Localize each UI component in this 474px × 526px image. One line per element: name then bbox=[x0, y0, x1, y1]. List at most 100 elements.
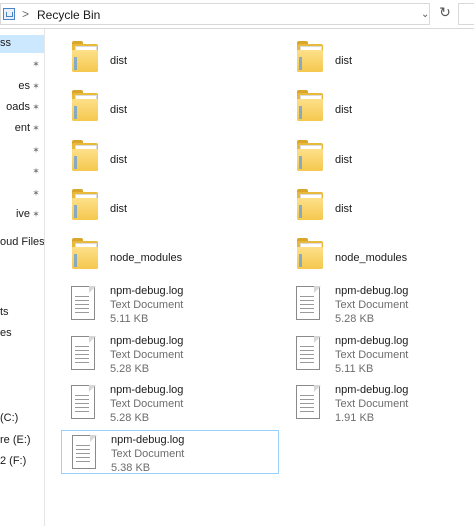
item-name: dist bbox=[110, 55, 128, 67]
item-size: 5.28 KB bbox=[110, 412, 150, 424]
folder-icon bbox=[296, 238, 324, 270]
folder-icon bbox=[296, 140, 324, 172]
folder-item[interactable]: dist bbox=[61, 86, 279, 130]
nav-item-label: ts bbox=[0, 306, 9, 318]
pin-icon[interactable]: ✶ bbox=[31, 209, 41, 220]
nav-item-label: 2 (F:) bbox=[0, 455, 27, 467]
nav-item[interactable]: ive ✶ bbox=[0, 206, 44, 224]
nav-item[interactable]: ✶ bbox=[0, 185, 44, 203]
file-item[interactable]: npm-debug.log Text Document 5.11 KB bbox=[61, 282, 279, 326]
folder-item[interactable]: dist bbox=[286, 185, 474, 229]
folder-icon bbox=[296, 189, 324, 221]
nav-item[interactable]: ✶ bbox=[0, 163, 44, 181]
item-name: npm-debug.log bbox=[110, 384, 184, 396]
address-box[interactable]: > Recycle Bin ⌄ bbox=[0, 3, 430, 25]
pin-icon[interactable]: ✶ bbox=[31, 59, 41, 70]
nav-item[interactable]: oud Files bbox=[0, 234, 44, 252]
search-box[interactable] bbox=[458, 3, 474, 25]
breadcrumb-recycle-bin[interactable]: Recycle Bin bbox=[37, 8, 100, 22]
text-document-icon bbox=[71, 385, 97, 421]
address-bar: > Recycle Bin ⌄ ↻ bbox=[0, 0, 474, 29]
refresh-icon[interactable]: ↻ bbox=[438, 4, 452, 20]
recycle-bin-icon bbox=[3, 8, 15, 20]
nav-item[interactable]: 2 (F:) bbox=[0, 453, 44, 471]
nav-item[interactable]: ✶ bbox=[0, 142, 44, 160]
item-size: 1.91 KB bbox=[335, 412, 375, 424]
nav-item-label: (C:) bbox=[0, 412, 19, 424]
item-name: npm-debug.log bbox=[335, 335, 409, 347]
item-size: 5.38 KB bbox=[111, 462, 151, 474]
pin-icon[interactable]: ✶ bbox=[31, 123, 41, 134]
item-type: Text Document bbox=[335, 299, 409, 311]
folder-item[interactable]: dist bbox=[61, 136, 279, 180]
item-size: 5.28 KB bbox=[335, 313, 375, 325]
text-document-icon bbox=[71, 336, 97, 372]
nav-item[interactable]: re (E:) bbox=[0, 432, 44, 450]
nav-item[interactable]: (C:) bbox=[0, 410, 44, 428]
item-name: npm-debug.log bbox=[335, 285, 409, 297]
item-size: 5.11 KB bbox=[110, 313, 149, 325]
nav-item-label: ss bbox=[0, 37, 11, 49]
folder-item[interactable]: dist bbox=[286, 37, 474, 81]
nav-item[interactable]: es bbox=[0, 325, 44, 343]
pin-icon[interactable]: ✶ bbox=[31, 102, 41, 113]
nav-item[interactable]: es ✶ bbox=[0, 78, 44, 96]
folder-icon bbox=[296, 90, 324, 122]
item-name: npm-debug.log bbox=[110, 335, 184, 347]
text-document-icon bbox=[296, 336, 322, 372]
item-name: dist bbox=[110, 154, 128, 166]
folder-item[interactable]: node_modules bbox=[61, 234, 279, 278]
item-name: dist bbox=[110, 104, 128, 116]
text-document-icon bbox=[296, 385, 322, 421]
item-size: 5.28 KB bbox=[110, 363, 150, 375]
pin-icon[interactable]: ✶ bbox=[31, 166, 41, 177]
folder-icon bbox=[296, 41, 324, 73]
file-item[interactable]: npm-debug.log Text Document 5.28 KB bbox=[61, 332, 279, 376]
item-type: Text Document bbox=[335, 349, 409, 361]
file-item[interactable]: npm-debug.log Text Document 5.11 KB bbox=[286, 332, 474, 376]
pin-icon[interactable]: ✶ bbox=[31, 81, 41, 92]
nav-item[interactable]: oads ✶ bbox=[0, 99, 44, 117]
folder-icon bbox=[71, 41, 99, 73]
item-name: dist bbox=[110, 203, 128, 215]
folder-icon bbox=[71, 189, 99, 221]
item-type: Text Document bbox=[111, 448, 185, 460]
item-name: npm-debug.log bbox=[110, 285, 184, 297]
folder-item[interactable]: node_modules bbox=[286, 234, 474, 278]
item-name: node_modules bbox=[110, 252, 183, 264]
nav-item-label: es bbox=[18, 80, 30, 92]
file-item[interactable]: npm-debug.log Text Document 5.38 KB bbox=[61, 430, 279, 474]
nav-item-label: re (E:) bbox=[0, 434, 31, 446]
text-document-icon bbox=[296, 286, 322, 322]
item-name: dist bbox=[335, 154, 353, 166]
folder-icon bbox=[71, 238, 99, 270]
item-size: 5.11 KB bbox=[335, 363, 374, 375]
folder-icon bbox=[71, 140, 99, 172]
nav-item[interactable]: ent ✶ bbox=[0, 120, 44, 138]
item-type: Text Document bbox=[110, 398, 184, 410]
pin-icon[interactable]: ✶ bbox=[31, 188, 41, 199]
item-name: npm-debug.log bbox=[335, 384, 409, 396]
file-item[interactable]: npm-debug.log Text Document 5.28 KB bbox=[286, 282, 474, 326]
nav-item[interactable]: ts bbox=[0, 304, 44, 322]
pin-icon[interactable]: ✶ bbox=[31, 145, 41, 156]
file-item[interactable]: npm-debug.log Text Document 5.28 KB bbox=[61, 381, 279, 425]
breadcrumb-separator-icon[interactable]: > bbox=[22, 7, 29, 21]
folder-item[interactable]: dist bbox=[286, 136, 474, 180]
folder-item[interactable]: dist bbox=[61, 37, 279, 81]
item-type: Text Document bbox=[335, 398, 409, 410]
item-name: dist bbox=[335, 55, 353, 67]
folder-item[interactable]: dist bbox=[61, 185, 279, 229]
item-name: dist bbox=[335, 104, 353, 116]
file-item[interactable]: npm-debug.log Text Document 1.91 KB bbox=[286, 381, 474, 425]
chevron-down-icon[interactable]: ⌄ bbox=[421, 9, 429, 20]
nav-item-label: es bbox=[0, 327, 12, 339]
nav-item[interactable]: ss bbox=[0, 35, 44, 53]
nav-item-label: ive bbox=[15, 208, 30, 220]
text-document-icon bbox=[72, 435, 98, 471]
nav-item-label: oud Files bbox=[0, 236, 45, 248]
folder-item[interactable]: dist bbox=[286, 86, 474, 130]
folder-icon bbox=[71, 90, 99, 122]
text-document-icon bbox=[71, 286, 97, 322]
nav-item[interactable]: ✶ bbox=[0, 56, 44, 74]
